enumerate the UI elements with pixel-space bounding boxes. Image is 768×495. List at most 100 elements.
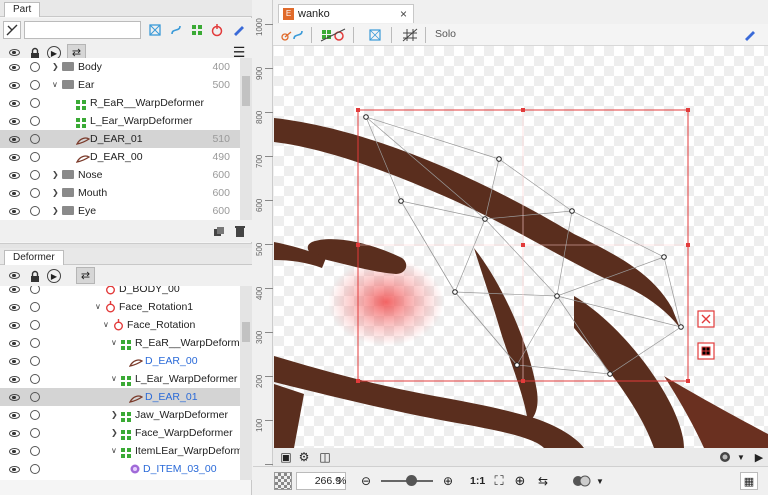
- deformer-tab[interactable]: Deformer: [4, 250, 64, 265]
- part-row[interactable]: ❯ Body 400: [0, 58, 240, 76]
- chevron-right-icon[interactable]: ❯: [52, 202, 59, 220]
- part-tab[interactable]: Part: [4, 2, 41, 17]
- visibility-circle[interactable]: [30, 464, 40, 474]
- chevron-down-icon[interactable]: ▼: [595, 473, 605, 489]
- eye-icon[interactable]: [9, 394, 20, 401]
- play-icon[interactable]: ▶: [47, 269, 61, 283]
- deformer-row[interactable]: ❯ Face_WarpDeformer: [0, 424, 240, 442]
- deformer-row[interactable]: ∨ ItemLEar_WarpDeformer: [0, 442, 240, 460]
- visibility-circle[interactable]: [30, 320, 40, 330]
- eye-icon[interactable]: [9, 304, 20, 311]
- visibility-circle[interactable]: [30, 374, 40, 384]
- part-row[interactable]: D_EAR_01 510: [0, 130, 240, 148]
- deformer-scrollbar[interactable]: [240, 286, 252, 480]
- deformer-display-icon[interactable]: [319, 27, 347, 43]
- bbox-close-icon[interactable]: [697, 310, 715, 328]
- deformer-row[interactable]: ∨ Face_Rotation: [0, 316, 240, 334]
- deformer-row[interactable]: ∨ L_Ear_WarpDeformer: [0, 370, 240, 388]
- chevron-right-icon[interactable]: ❯: [111, 406, 118, 424]
- part-scrollbar[interactable]: [240, 58, 252, 220]
- eye-icon[interactable]: [9, 190, 20, 197]
- part-row[interactable]: L_Ear_WarpDeformer: [0, 112, 240, 130]
- eye-icon[interactable]: [9, 466, 20, 473]
- chevron-down-icon[interactable]: ∨: [52, 76, 58, 94]
- visibility-circle[interactable]: [30, 428, 40, 438]
- visibility-circle[interactable]: [30, 446, 40, 456]
- visibility-circle[interactable]: [30, 302, 40, 312]
- chevron-right-icon[interactable]: ❯: [52, 166, 59, 184]
- solo-button[interactable]: Solo: [435, 28, 456, 40]
- art-mesh-filter-icon[interactable]: [147, 22, 163, 38]
- deformer-row[interactable]: D_EAR_01: [0, 388, 240, 406]
- camera-icon[interactable]: ▣: [279, 450, 293, 464]
- grid-toggle-icon[interactable]: ▦: [740, 472, 758, 490]
- eye-icon[interactable]: [9, 100, 20, 107]
- eye-icon[interactable]: [9, 49, 20, 56]
- part-row[interactable]: ∨ Ear 500: [0, 76, 240, 94]
- visibility-circle[interactable]: [30, 134, 40, 144]
- eye-icon[interactable]: [9, 172, 20, 179]
- visibility-circle[interactable]: [30, 206, 40, 216]
- part-row[interactable]: ❯ Nose 600: [0, 166, 240, 184]
- chevron-down-icon[interactable]: ∨: [111, 334, 117, 352]
- visibility-circle[interactable]: [30, 338, 40, 348]
- deformer-row[interactable]: ∨ Face_Rotation1: [0, 298, 240, 316]
- zoom-out-icon[interactable]: ⊖: [359, 474, 373, 488]
- document-tab[interactable]: E wanko ×: [278, 4, 414, 23]
- eye-icon[interactable]: [9, 208, 20, 215]
- center-icon[interactable]: ⊕: [512, 473, 528, 489]
- close-icon[interactable]: ×: [400, 7, 407, 21]
- display-toggle-icon[interactable]: [571, 473, 593, 489]
- grid-icon[interactable]: [401, 27, 419, 43]
- eye-icon[interactable]: [9, 118, 20, 125]
- record-icon[interactable]: [718, 450, 732, 464]
- chevron-down-icon[interactable]: ∨: [111, 442, 117, 460]
- eye-icon[interactable]: [9, 272, 20, 279]
- eye-icon[interactable]: [9, 82, 20, 89]
- pen-icon[interactable]: [230, 22, 246, 38]
- actual-size-button[interactable]: 1:1: [470, 475, 485, 487]
- visibility-circle[interactable]: [30, 170, 40, 180]
- visibility-circle[interactable]: [30, 392, 40, 402]
- flip-icon[interactable]: ⇆: [534, 473, 552, 489]
- visibility-circle[interactable]: [30, 116, 40, 126]
- play-button-icon[interactable]: ▶: [753, 450, 765, 464]
- chevron-down-icon[interactable]: ∨: [103, 316, 109, 334]
- visibility-circle[interactable]: [30, 410, 40, 420]
- bbox-transform-icon[interactable]: [697, 342, 715, 360]
- trash-icon[interactable]: [233, 225, 247, 238]
- part-scroll-thumb[interactable]: [242, 76, 250, 106]
- visibility-circle[interactable]: [30, 356, 40, 366]
- copy-icon[interactable]: [212, 225, 226, 238]
- eye-icon[interactable]: [9, 430, 20, 437]
- part-row[interactable]: D_EAR_00 490: [0, 148, 240, 166]
- chevron-right-icon[interactable]: ❯: [111, 424, 118, 442]
- chevron-right-icon[interactable]: ❯: [52, 184, 59, 202]
- bounds-icon[interactable]: [367, 27, 383, 43]
- visibility-circle[interactable]: [30, 188, 40, 198]
- eye-icon[interactable]: [9, 64, 20, 71]
- lock-icon[interactable]: [28, 269, 42, 283]
- part-search-input[interactable]: [24, 21, 141, 39]
- eye-icon[interactable]: [9, 322, 20, 329]
- visibility-circle[interactable]: [30, 62, 40, 72]
- eye-icon[interactable]: [9, 136, 20, 143]
- visibility-circle[interactable]: [30, 152, 40, 162]
- part-row[interactable]: ❯ Mouth 600: [0, 184, 240, 202]
- sync-icon[interactable]: ⇄: [76, 267, 95, 284]
- chevron-down-icon[interactable]: ∨: [95, 298, 101, 316]
- chevron-right-icon[interactable]: ❯: [52, 58, 59, 76]
- deformer-row[interactable]: D_EAR_00: [0, 352, 240, 370]
- pen-icon[interactable]: [741, 27, 757, 43]
- eye-icon[interactable]: [9, 358, 20, 365]
- part-row[interactable]: ❯ Eye 600: [0, 202, 240, 220]
- eye-icon[interactable]: [9, 412, 20, 419]
- camera-settings-icon[interactable]: ⚙: [297, 450, 311, 464]
- pick-tool-icon[interactable]: [3, 21, 21, 39]
- chevron-down-icon[interactable]: ▼: [736, 450, 746, 464]
- background-color-swatch[interactable]: [274, 472, 292, 490]
- deformer-scroll-thumb[interactable]: [242, 322, 250, 342]
- eye-icon[interactable]: [9, 376, 20, 383]
- capture-icon[interactable]: ◫: [317, 450, 333, 464]
- deformer-row[interactable]: D_ITEM_03_00: [0, 460, 240, 478]
